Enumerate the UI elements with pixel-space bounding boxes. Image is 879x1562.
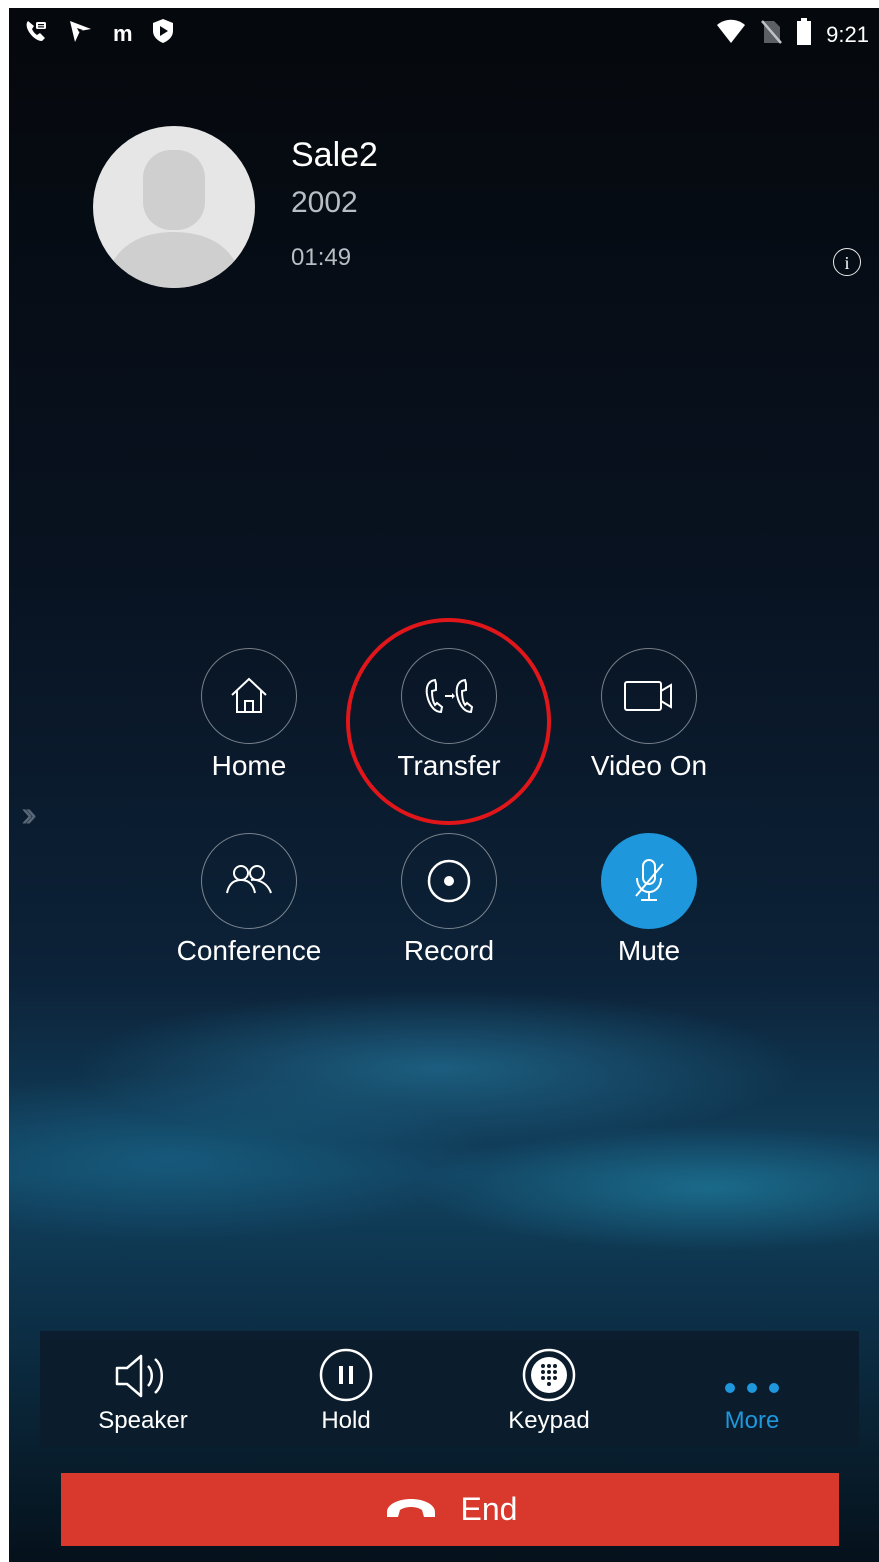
more-dots-icon	[677, 1331, 827, 1403]
transfer-highlight-annotation	[346, 618, 551, 825]
video-on-action[interactable]: Video On	[559, 648, 739, 782]
home-label: Home	[211, 750, 287, 781]
battery-icon	[796, 18, 812, 52]
record-label: Record	[403, 935, 495, 966]
conference-label: Conference	[176, 935, 322, 966]
home-icon	[201, 648, 297, 744]
phone-app-icon	[23, 18, 49, 49]
home-action[interactable]: Home	[159, 648, 339, 782]
video-camera-icon	[601, 648, 697, 744]
speaker-icon	[68, 1331, 218, 1403]
m-icon: m	[113, 20, 133, 46]
end-call-label: End	[460, 1491, 518, 1527]
hold-button[interactable]: Hold	[271, 1331, 421, 1435]
pause-icon	[271, 1331, 421, 1403]
keypad-button[interactable]: Keypad	[474, 1331, 624, 1435]
video-on-label: Video On	[590, 750, 708, 781]
no-sim-icon	[760, 19, 783, 51]
call-duration: 01:49	[291, 244, 352, 271]
default-person-icon	[105, 150, 243, 288]
keypad-label: Keypad	[508, 1407, 590, 1434]
side-drawer-arrow-icon[interactable]: ››	[21, 793, 37, 835]
status-bar-left: m	[23, 18, 175, 49]
mute-action[interactable]: Mute	[559, 833, 739, 967]
clock: 9:21	[826, 22, 869, 47]
hangup-icon	[383, 1491, 439, 1528]
shield-icon	[151, 18, 175, 49]
hold-label: Hold	[321, 1407, 371, 1434]
info-button[interactable]: i	[833, 248, 861, 276]
mute-label: Mute	[617, 935, 681, 966]
record-action[interactable]: Record	[359, 833, 539, 967]
status-bar-right: 9:21	[716, 18, 869, 52]
more-button[interactable]: More	[677, 1331, 827, 1435]
app-icon	[67, 18, 95, 49]
contact-name: Sale2	[291, 136, 378, 174]
contact-number: 2002	[291, 186, 358, 219]
call-toolbar: Speaker Hold Keypad More	[40, 1331, 859, 1447]
call-screen: m 9:21 Sale2 2002 01:49 i ›› Home Transf…	[9, 8, 879, 1562]
status-bar: m 9:21	[9, 8, 879, 56]
speaker-button[interactable]: Speaker	[68, 1331, 218, 1435]
conference-action[interactable]: Conference	[159, 833, 339, 967]
avatar	[93, 126, 255, 288]
keypad-icon	[474, 1331, 624, 1403]
conference-icon	[201, 833, 297, 929]
speaker-label: Speaker	[98, 1407, 188, 1434]
mic-muted-icon	[601, 833, 697, 929]
record-icon	[401, 833, 497, 929]
end-call-button[interactable]: End	[61, 1473, 839, 1546]
more-label: More	[724, 1407, 780, 1434]
wifi-icon	[716, 19, 746, 51]
